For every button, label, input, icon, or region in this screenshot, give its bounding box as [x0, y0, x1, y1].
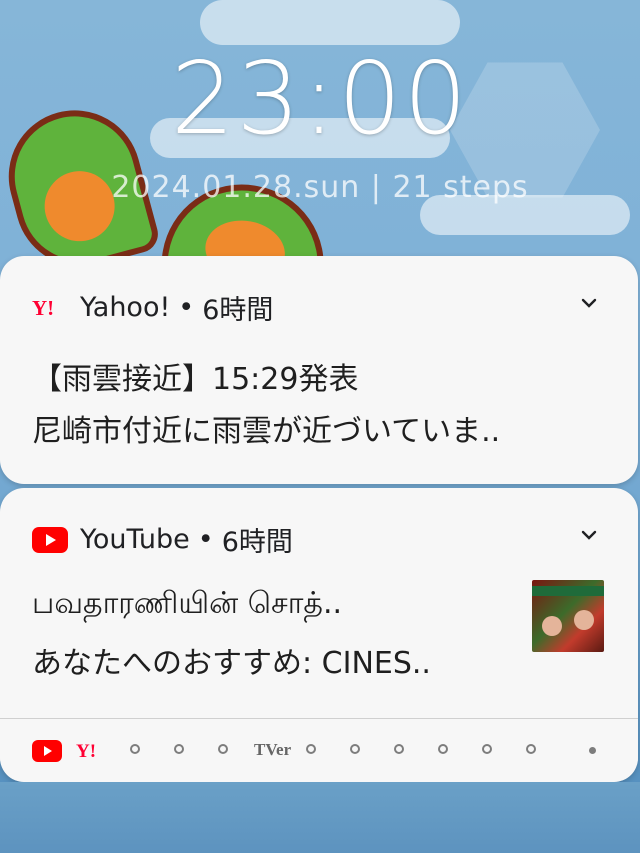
notification-age: 6時間	[202, 295, 274, 326]
lockscreen-date-steps: 2024.01.28.sun | 21 steps	[111, 170, 529, 205]
youtube-logo-icon	[32, 526, 68, 554]
svg-text:Y!: Y!	[76, 741, 96, 761]
notification-icon-tray[interactable]: Y! TVer	[0, 718, 638, 781]
tver-icon[interactable]: TVer	[254, 740, 291, 760]
wallpaper-cloud	[200, 0, 460, 45]
notification-body: 尼崎市付近に雨雲が近づいていま..	[32, 414, 501, 449]
notification-app-name: Yahoo!	[80, 292, 171, 323]
yahoo-logo-icon: Y!	[32, 294, 68, 322]
notification-header: Y! Yahoo! • 6時間	[32, 288, 273, 327]
notification-thumbnail[interactable]	[532, 580, 604, 652]
yahoo-icon[interactable]: Y!	[76, 739, 106, 765]
notification-title: 【雨雲接近】15:29発表	[32, 362, 359, 397]
notification-title: பவதாரணியின் சொத்..	[32, 586, 343, 621]
more-dot-icon[interactable]	[589, 747, 596, 754]
notification-body: あなたへのおすすめ: CINES..	[32, 646, 431, 681]
chevron-down-icon[interactable]	[578, 292, 600, 314]
youtube-icon[interactable]	[32, 740, 62, 766]
notification-separator: •	[178, 292, 195, 323]
notification-header: YouTube • 6時間	[32, 520, 293, 559]
svg-text:Y!: Y!	[32, 297, 54, 319]
wallpaper-bottom	[0, 782, 640, 853]
notification-card-yahoo[interactable]: Y! Yahoo! • 6時間 【雨雲接近】15:29発表 尼崎市付近に雨雲が近…	[0, 256, 638, 484]
notification-age: 6時間	[221, 527, 293, 558]
notification-app-name: YouTube	[80, 524, 190, 555]
lockscreen-clock: 23:00	[170, 40, 470, 157]
notification-separator: •	[197, 524, 214, 555]
chevron-down-icon[interactable]	[578, 524, 600, 546]
